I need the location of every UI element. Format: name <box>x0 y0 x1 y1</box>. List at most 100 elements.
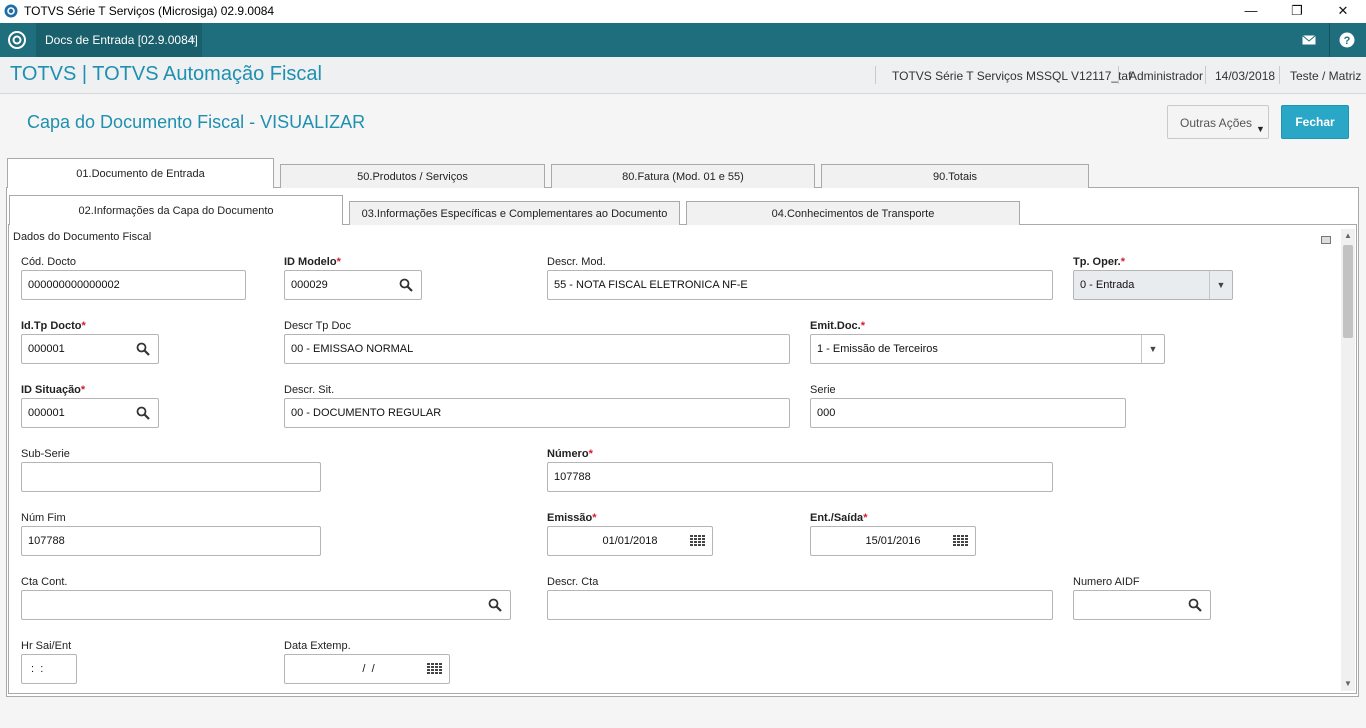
num-fim-label: Núm Fim <box>21 512 66 524</box>
tab-totais[interactable]: 90.Totais <box>821 164 1089 188</box>
calendar-icon[interactable] <box>953 535 969 547</box>
header-divider <box>1279 66 1280 84</box>
descr-tp-doc-field[interactable]: 00 - EMISSAO NORMAL <box>284 334 790 364</box>
emit-doc-value: 1 - Emissão de Terceiros <box>817 343 938 355</box>
required-marker: * <box>860 320 866 332</box>
descr-sit-field[interactable]: 00 - DOCUMENTO REGULAR <box>284 398 790 428</box>
page-title: Capa do Documento Fiscal - VISUALIZAR <box>27 112 366 132</box>
descr-sit-label: Descr. Sit. <box>284 384 335 396</box>
tab-informacoes-capa[interactable]: 02.Informações da Capa do Documento <box>9 195 343 225</box>
numero-aidf-label: Numero AIDF <box>1073 576 1140 588</box>
serie-field[interactable]: 000 <box>810 398 1126 428</box>
close-tab-icon[interactable]: × <box>189 23 196 57</box>
search-icon[interactable] <box>1188 598 1202 612</box>
required-marker: * <box>336 256 341 268</box>
emissao-date-field[interactable]: 01/01/2018 <box>547 526 713 556</box>
id-tp-docto-field[interactable]: 000001 <box>21 334 159 364</box>
scroll-down-arrow-icon[interactable]: ▼ <box>1341 677 1355 691</box>
environment-label: TOTVS Série T Serviços MSSQL V12117_taf <box>892 69 1132 83</box>
section-title: Dados do Documento Fiscal <box>13 231 152 243</box>
close-window-button[interactable]: ✕ <box>1320 0 1366 23</box>
id-situacao-field[interactable]: 000001 <box>21 398 159 428</box>
sub-serie-field[interactable] <box>21 462 321 492</box>
id-modelo-label: ID Modelo* <box>284 256 341 268</box>
totvs-logo-icon <box>4 4 18 18</box>
emit-doc-select[interactable]: 1 - Emissão de Terceiros ▼ <box>810 334 1165 364</box>
app-tab-bar: Docs de Entrada [02.9.0084] × ? <box>0 23 1366 57</box>
num-fim-field[interactable]: 107788 <box>21 526 321 556</box>
numero-label: Número* <box>547 448 593 460</box>
descr-mod-label: Descr. Mod. <box>547 256 606 268</box>
tab-fatura[interactable]: 80.Fatura (Mod. 01 e 55) <box>551 164 815 188</box>
tab-conhecimentos-transporte[interactable]: 04.Conhecimentos de Transporte <box>686 201 1020 225</box>
tab-docs-de-entrada[interactable]: Docs de Entrada [02.9.0084] × <box>36 23 202 57</box>
tab-informacoes-especificas[interactable]: 03.Informações Específicas e Complementa… <box>349 201 680 225</box>
mail-icon[interactable] <box>1296 28 1322 52</box>
search-icon[interactable] <box>136 406 150 420</box>
header-divider <box>1118 66 1119 84</box>
dropdown-arrow-icon[interactable]: ▼ <box>1141 335 1164 363</box>
descr-tp-doc-label: Descr Tp Doc <box>284 320 352 332</box>
descr-mod-value: 55 - NOTA FISCAL ELETRONICA NF-E <box>554 279 748 291</box>
num-fim-value: 107788 <box>28 535 65 547</box>
tp-oper-label: Tp. Oper.* <box>1073 256 1125 268</box>
brand-title: TOTVS | TOTVS Automação Fiscal <box>10 63 322 85</box>
app-header: TOTVS | TOTVS Automação Fiscal TOTVS Sér… <box>0 57 1366 94</box>
toolbar-divider <box>1329 23 1330 57</box>
ent-saida-label: Ent./Saída* <box>810 512 868 524</box>
tp-oper-value: 0 - Entrada <box>1080 279 1135 291</box>
search-icon[interactable] <box>399 278 413 292</box>
totvs-menu-icon[interactable] <box>8 31 26 49</box>
help-icon[interactable]: ? <box>1334 28 1360 52</box>
tab-produtos-servicos[interactable]: 50.Produtos / Serviços <box>280 164 545 188</box>
scrollbar-thumb[interactable] <box>1343 245 1353 338</box>
calendar-icon[interactable] <box>690 535 706 547</box>
tp-oper-select[interactable]: 0 - Entrada ▼ <box>1073 270 1233 300</box>
dropdown-arrow-icon[interactable]: ▼ <box>1209 271 1232 299</box>
cod-docto-field[interactable]: 000000000000002 <box>21 270 246 300</box>
descr-sit-value: 00 - DOCUMENTO REGULAR <box>291 407 442 419</box>
scroll-up-arrow-icon[interactable]: ▲ <box>1341 229 1355 243</box>
serie-label: Serie <box>810 384 836 396</box>
emit-doc-label: Emit.Doc.* <box>810 320 866 332</box>
required-marker: * <box>1120 256 1125 268</box>
cod-docto-value: 000000000000002 <box>28 279 120 291</box>
search-icon[interactable] <box>136 342 150 356</box>
window-titlebar: TOTVS Série T Serviços (Microsiga) 02.9.… <box>0 0 1366 23</box>
cta-cont-label: Cta Cont. <box>21 576 68 588</box>
caret-down-icon: ▼ <box>1256 124 1265 134</box>
data-extemp-date-field[interactable]: / / <box>284 654 450 684</box>
sub-serie-label: Sub-Serie <box>21 448 70 460</box>
minimize-button[interactable]: — <box>1228 0 1274 23</box>
descr-tp-doc-value: 00 - EMISSAO NORMAL <box>291 343 414 355</box>
search-icon[interactable] <box>488 598 502 612</box>
other-actions-button[interactable]: Outras Ações ▼ <box>1167 105 1269 139</box>
numero-aidf-field[interactable] <box>1073 590 1211 620</box>
required-marker: * <box>81 320 86 332</box>
id-tp-docto-label: Id.Tp Docto* <box>21 320 86 332</box>
hr-sai-ent-label: Hr Sai/Ent <box>21 640 72 652</box>
close-button[interactable]: Fechar <box>1281 105 1349 139</box>
ent-saida-value: 15/01/2016 <box>865 535 921 547</box>
required-marker: * <box>80 384 86 396</box>
tab-documento-de-entrada[interactable]: 01.Documento de Entrada <box>7 158 274 188</box>
date-label: 14/03/2018 <box>1215 69 1276 83</box>
hr-sai-ent-field[interactable]: : : <box>21 654 77 684</box>
calendar-icon[interactable] <box>427 663 443 675</box>
cta-cont-field[interactable] <box>21 590 511 620</box>
data-extemp-value: / / <box>359 663 375 675</box>
cod-docto-label: Cód. Docto <box>21 256 77 268</box>
restore-button[interactable]: ❐ <box>1274 0 1320 23</box>
required-marker: * <box>863 512 868 524</box>
serie-value: 000 <box>817 407 836 419</box>
collapse-section-icon[interactable] <box>1321 236 1331 244</box>
descr-cta-label: Descr. Cta <box>547 576 599 588</box>
descr-cta-field[interactable] <box>547 590 1053 620</box>
id-tp-docto-value: 000001 <box>28 343 65 355</box>
branch-label: Teste / Matriz <box>1290 69 1362 83</box>
ent-saida-date-field[interactable]: 15/01/2016 <box>810 526 976 556</box>
emissao-label: Emissão* <box>547 512 597 524</box>
numero-field[interactable]: 107788 <box>547 462 1053 492</box>
id-modelo-field[interactable]: 000029 <box>284 270 422 300</box>
descr-mod-field[interactable]: 55 - NOTA FISCAL ELETRONICA NF-E <box>547 270 1053 300</box>
